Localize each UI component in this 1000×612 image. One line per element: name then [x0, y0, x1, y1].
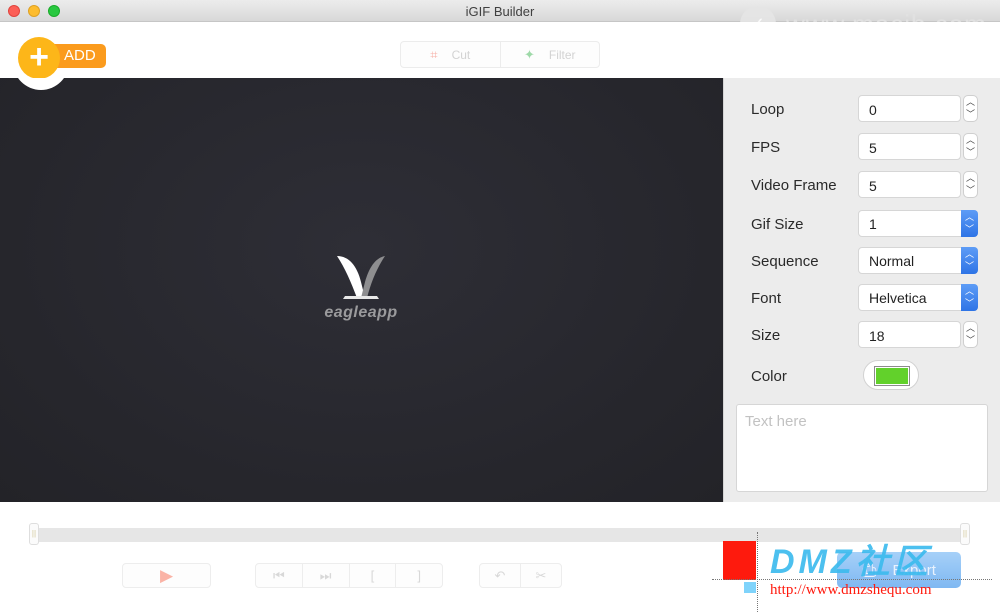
range-start-handle[interactable]: || — [29, 523, 39, 545]
fps-label: FPS — [751, 139, 781, 156]
chevron-up-icon[interactable]: ︿ — [966, 97, 975, 107]
last-frame-button[interactable]: ⏭ — [301, 564, 349, 587]
chevron-down-icon[interactable]: ﹀ — [966, 147, 975, 157]
color-swatch[interactable] — [874, 366, 910, 386]
loop-stepper[interactable]: ︿ ﹀ — [963, 95, 978, 122]
eagleapp-logo-icon — [337, 256, 385, 299]
gif-size-label: Gif Size — [751, 216, 804, 233]
eagleapp-logo: eagleapp — [316, 252, 406, 332]
loop-input[interactable]: 0 — [858, 95, 961, 122]
color-row: Color — [751, 360, 986, 390]
fps-row: FPS 5 ︿ ﹀ — [751, 133, 986, 161]
font-label: Font — [751, 290, 782, 307]
chevron-up-icon[interactable]: ︿ — [966, 173, 975, 183]
color-picker-button[interactable] — [863, 360, 919, 390]
crop-icon: ⌗ — [430, 46, 438, 62]
overlay-text-input[interactable] — [736, 404, 988, 492]
undo-button[interactable]: ↶ — [480, 564, 520, 587]
chevron-down-icon[interactable]: ﹀ — [966, 335, 975, 345]
export-label: Export — [892, 561, 936, 579]
playback-controls: || || ▶ ⏮ ⏭ [ ] ↶ ✂ ⎙ Export — [0, 502, 1000, 612]
color-swatch-fill — [876, 368, 908, 384]
font-row: Font Helvetica ︿ ﹀ — [751, 284, 986, 312]
scissors-icon: ✂ — [535, 567, 547, 583]
gif-size-select[interactable]: 1 — [858, 210, 978, 237]
sequence-select[interactable]: Normal — [858, 247, 978, 274]
gif-size-select-arrows-icon[interactable]: ︿ ﹀ — [961, 210, 978, 237]
export-icon: ⎙ — [862, 559, 877, 580]
fps-input[interactable]: 5 — [858, 133, 961, 160]
magic-wand-icon: ✦ — [523, 46, 535, 62]
undo-icon: ↶ — [494, 567, 506, 583]
filter-label: Filter — [548, 47, 576, 62]
chevron-down-icon[interactable]: ﹀ — [966, 109, 975, 119]
cut-button[interactable]: ✂ — [520, 564, 561, 587]
edit-actions-group: ↶ ✂ — [479, 563, 562, 588]
font-select[interactable]: Helvetica — [858, 284, 978, 311]
add-button-notch — [13, 78, 69, 90]
gif-size-row: Gif Size 1 ︿ ﹀ — [751, 210, 986, 238]
bracket-left-icon: [ — [370, 568, 375, 583]
bracket-right-icon: ] — [417, 568, 421, 583]
mark-in-button[interactable]: [ — [348, 564, 396, 587]
filter-tab-button[interactable]: ✦ Filter — [499, 42, 600, 67]
cut-tab-button[interactable]: ⌗ Cut — [401, 42, 500, 67]
settings-panel: Loop 0 ︿ ﹀ FPS 5 ︿ ﹀ Video Frame 5 ︿ ﹀ Gif … — [723, 78, 1000, 502]
sequence-select-arrows-icon[interactable]: ︿ ﹀ — [961, 247, 978, 274]
video-frame-input[interactable]: 5 — [858, 171, 961, 198]
play-button[interactable]: ▶ — [123, 564, 210, 587]
skip-forward-icon: ⏭ — [319, 567, 332, 583]
add-plus-icon[interactable]: + — [18, 37, 60, 79]
first-frame-button[interactable]: ⏮ — [256, 564, 302, 587]
cut-label: Cut — [451, 47, 471, 62]
edit-mode-segmented-control: ⌗ Cut ✦ Filter — [400, 41, 600, 68]
range-end-handle[interactable]: || — [960, 523, 970, 545]
size-stepper[interactable]: ︿ ﹀ — [963, 321, 978, 348]
chevron-up-icon[interactable]: ︿ — [966, 323, 975, 333]
font-select-arrows-icon[interactable]: ︿ ﹀ — [961, 284, 978, 311]
export-button[interactable]: ⎙ Export — [837, 552, 961, 588]
skip-back-icon: ⏮ — [273, 567, 285, 583]
color-label: Color — [751, 368, 787, 385]
video-frame-label: Video Frame — [751, 177, 837, 194]
play-button-group: ▶ — [122, 563, 211, 588]
loop-label: Loop — [751, 101, 785, 118]
size-row: Size 18 ︿ ﹀ — [751, 321, 986, 349]
video-frame-row: Video Frame 5 ︿ ﹀ — [751, 171, 986, 199]
sequence-label: Sequence — [751, 253, 819, 270]
frame-navigation-group: ⏮ ⏭ [ ] — [255, 563, 443, 588]
fps-stepper[interactable]: ︿ ﹀ — [963, 133, 978, 160]
eagleapp-logo-text: eagleapp — [324, 304, 398, 321]
chevron-up-icon[interactable]: ︿ — [966, 135, 975, 145]
mark-out-button[interactable]: ] — [395, 564, 442, 587]
chevron-down-icon[interactable]: ﹀ — [966, 185, 975, 195]
size-label: Size — [751, 327, 781, 344]
loop-row: Loop 0 ︿ ﹀ — [751, 95, 986, 123]
size-input[interactable]: 18 — [858, 321, 961, 348]
toolbar: ADD + ⌗ Cut ✦ Filter — [0, 22, 1000, 88]
timeline-range-track[interactable] — [30, 528, 968, 542]
sequence-row: Sequence Normal ︿ ﹀ — [751, 247, 986, 275]
play-icon: ▶ — [159, 565, 174, 585]
video-frame-stepper[interactable]: ︿ ﹀ — [963, 171, 978, 198]
